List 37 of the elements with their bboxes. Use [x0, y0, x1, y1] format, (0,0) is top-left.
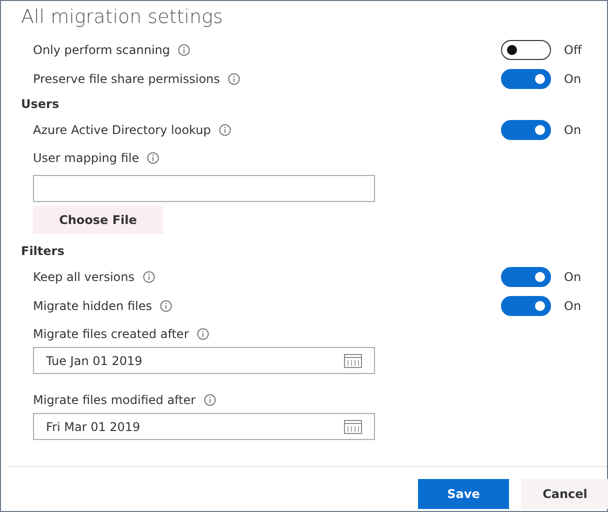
toggle-switch[interactable] [501, 40, 551, 60]
toggle-state: On [564, 298, 582, 312]
setting-label: Only perform scanning [33, 42, 170, 58]
info-icon[interactable] [204, 394, 216, 406]
info-icon[interactable] [218, 124, 231, 136]
date-field[interactable]: Fri Mar 01 2019 [33, 413, 375, 440]
setting-label: Migrate hidden files [33, 298, 152, 314]
field-label: User mapping file [33, 150, 140, 166]
dialog-title: All migration settings [21, 6, 223, 28]
field-label: Migrate files modified after [33, 392, 196, 408]
toggle-state: On [564, 72, 582, 86]
date-field[interactable]: Tue Jan 01 2019 [33, 347, 375, 374]
section-heading: Filters [21, 243, 64, 260]
info-icon[interactable] [178, 44, 190, 56]
setting-label: Keep all versions [33, 268, 135, 286]
toggle-state: On [564, 122, 582, 136]
calendar-icon[interactable] [344, 354, 362, 368]
setting-label: Azure Active Directory lookup [33, 122, 211, 138]
setting-label: Preserve file share permissions [33, 70, 220, 88]
info-icon[interactable] [147, 152, 160, 164]
file-path-field[interactable] [33, 175, 375, 202]
cancel-button[interactable]: Cancel [521, 479, 608, 509]
choose-file-button[interactable]: Choose File [33, 206, 163, 234]
info-icon[interactable] [196, 328, 209, 340]
toggle-switch[interactable] [501, 68, 551, 88]
toggle-switch[interactable] [501, 120, 551, 140]
info-icon[interactable] [142, 270, 155, 282]
info-icon[interactable] [160, 300, 172, 312]
field-label: Migrate files created after [33, 326, 189, 342]
save-button[interactable]: Save [418, 479, 509, 509]
info-icon[interactable] [228, 72, 240, 84]
toggle-state: On [564, 270, 582, 284]
calendar-icon[interactable] [344, 420, 362, 434]
toggle-state: Off [564, 42, 582, 56]
toggle-switch[interactable] [501, 296, 551, 316]
toggle-switch[interactable] [501, 266, 551, 286]
section-heading: Users [21, 96, 60, 113]
